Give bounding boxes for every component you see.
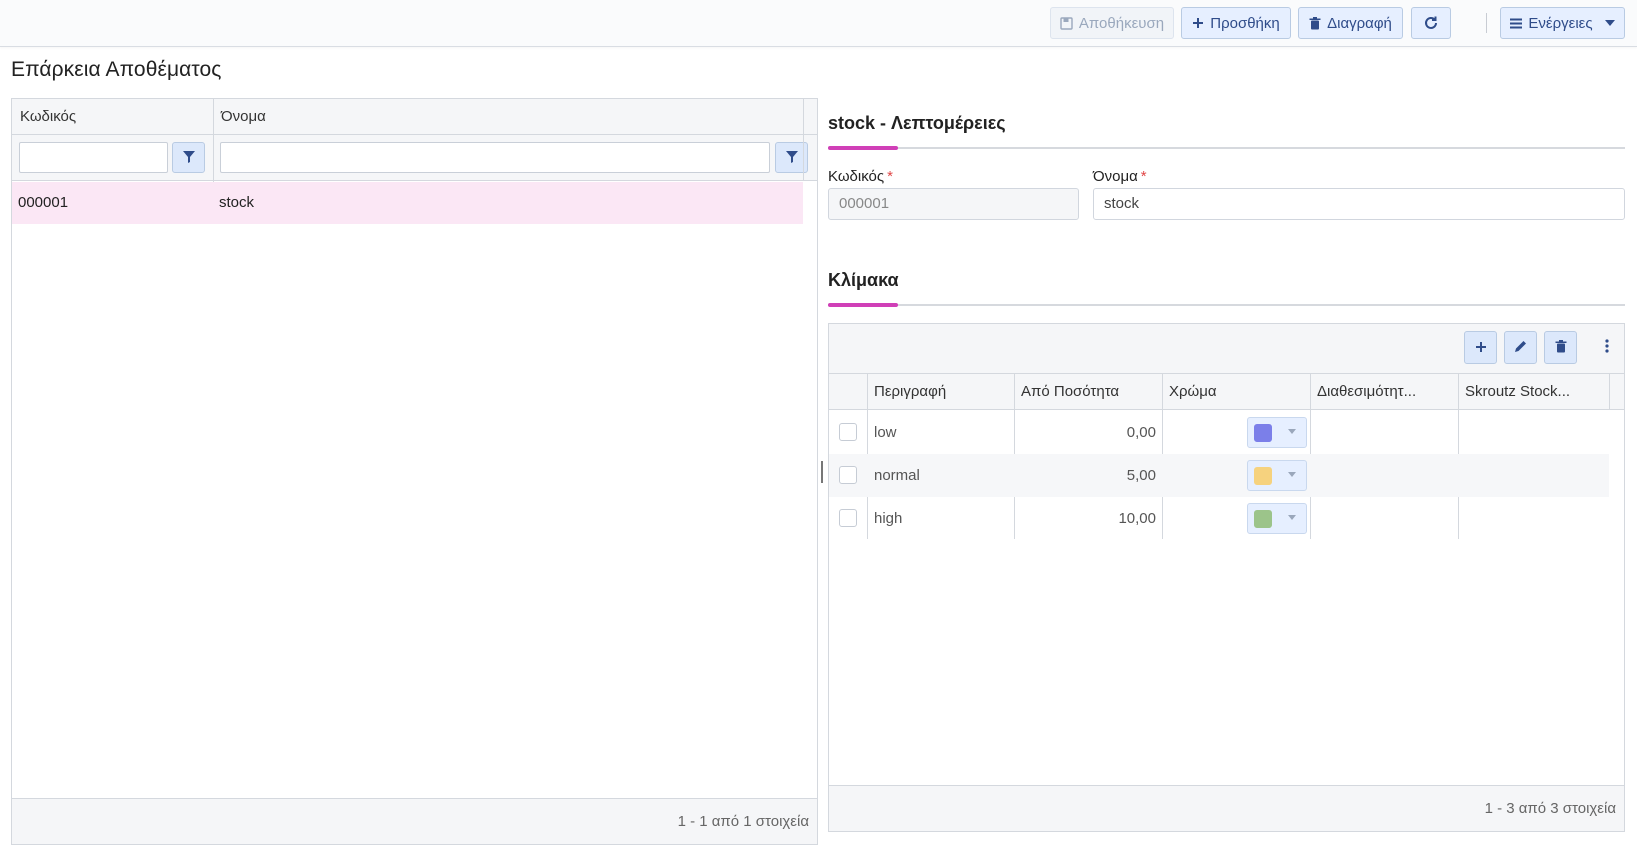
color-picker[interactable] [1247, 417, 1307, 448]
scale-grid-header: Περιγραφή Από Ποσότητα Χρώμα Διαθεσιμότη… [829, 374, 1624, 410]
name-filter-input[interactable] [220, 142, 770, 173]
page-title: Επάρκεια Αποθέματος [11, 58, 222, 81]
grid-pager: 1 - 1 από 1 στοιχεία [12, 798, 817, 844]
delete-row-button[interactable] [1544, 331, 1577, 364]
trash-icon [1555, 339, 1567, 356]
plus-icon [1475, 340, 1487, 356]
color-swatch [1254, 510, 1272, 528]
add-label: Προσθήκη [1210, 14, 1280, 32]
caret-down-icon [1604, 20, 1615, 26]
section-divider [828, 147, 1625, 149]
code-label-text: Κωδικός [828, 168, 885, 185]
name-label-text: Όνομα [1093, 168, 1138, 185]
code-label: Κωδικός * [828, 168, 893, 185]
toolbar-divider [1486, 13, 1487, 33]
column-header-from-quantity[interactable]: Από Ποσότητα [1014, 374, 1162, 410]
code-filter-input[interactable] [19, 142, 168, 173]
column-divider [803, 99, 804, 181]
scale-grid-toolbar [829, 324, 1624, 374]
caret-down-icon [1288, 515, 1296, 520]
section-divider [828, 304, 1625, 306]
cell-description: normal [874, 467, 920, 484]
menu-icon [1510, 18, 1523, 29]
row-checkbox[interactable] [839, 466, 857, 484]
grid-header: Κωδικός Όνομα [12, 99, 817, 135]
column-divider [1609, 374, 1610, 410]
pager-info: 1 - 3 από 3 στοιχεία [1484, 800, 1616, 817]
filter-row [12, 135, 817, 181]
column-header-color[interactable]: Χρώμα [1162, 374, 1310, 410]
top-toolbar: Αποθήκευση Προσθήκη Διαγραφή Ενέργειες [0, 0, 1637, 47]
save-icon [1060, 16, 1073, 30]
edit-row-button[interactable] [1504, 331, 1537, 364]
row-checkbox[interactable] [839, 509, 857, 527]
cell-from-quantity: 0,00 [1126, 424, 1156, 441]
code-field[interactable]: 000001 [828, 188, 1079, 220]
refresh-button[interactable] [1411, 7, 1451, 39]
column-header-description[interactable]: Περιγραφή [867, 374, 1014, 410]
column-header-skroutz-stock[interactable]: Skroutz Stock... [1458, 374, 1608, 410]
pencil-icon [1514, 340, 1527, 356]
scale-grid-pager: 1 - 3 από 3 στοιχεία [829, 785, 1624, 831]
add-row-button[interactable] [1464, 331, 1497, 364]
scale-title: Κλίμακα [828, 270, 899, 290]
cell-from-quantity: 10,00 [1118, 510, 1156, 527]
table-row[interactable]: normal 5,00 [829, 454, 1609, 497]
actions-label: Ενέργειες [1528, 14, 1593, 32]
add-button[interactable]: Προσθήκη [1181, 7, 1291, 39]
actions-dropdown-button[interactable]: Ενέργειες [1500, 7, 1625, 39]
caret-down-icon [1288, 472, 1296, 477]
column-header-name[interactable]: Όνομα [213, 99, 803, 135]
color-picker[interactable] [1247, 460, 1307, 491]
required-mark: * [1140, 168, 1147, 185]
kebab-icon [1605, 339, 1609, 356]
table-row[interactable]: high 10,00 [829, 497, 1609, 540]
splitter-handle[interactable] [821, 461, 824, 483]
filter-icon [785, 150, 798, 166]
cell-from-quantity: 5,00 [1126, 467, 1156, 484]
cell-name: stock [219, 194, 255, 211]
color-swatch [1254, 424, 1272, 442]
name-field[interactable]: stock [1093, 188, 1625, 220]
column-header-code[interactable]: Κωδικός [12, 99, 213, 135]
pager-info: 1 - 1 από 1 στοιχεία [677, 813, 809, 830]
delete-button[interactable]: Διαγραφή [1298, 7, 1403, 39]
save-button[interactable]: Αποθήκευση [1050, 7, 1174, 39]
save-label: Αποθήκευση [1078, 14, 1165, 32]
refresh-icon [1423, 15, 1439, 31]
name-label: Όνομα * [1093, 168, 1147, 185]
required-mark: * [887, 168, 893, 185]
color-swatch [1254, 467, 1272, 485]
cell-description: high [874, 510, 903, 527]
more-options-button[interactable] [1597, 331, 1617, 364]
cell-description: low [874, 424, 897, 441]
list-grid: Κωδικός Όνομα 000001 stock 1 - 1 από 1 σ… [11, 98, 818, 845]
section-accent [828, 146, 898, 150]
table-row[interactable]: low 0,00 [829, 411, 1609, 454]
code-filter-button[interactable] [172, 142, 205, 173]
section-accent [828, 303, 898, 307]
column-header-availability[interactable]: Διαθεσιμότητ... [1310, 374, 1458, 410]
table-row[interactable]: 000001 stock [12, 182, 803, 224]
trash-icon [1309, 16, 1321, 30]
color-picker[interactable] [1247, 503, 1307, 534]
plus-icon [1192, 17, 1204, 29]
delete-label: Διαγραφή [1327, 14, 1392, 32]
scale-grid: Περιγραφή Από Ποσότητα Χρώμα Διαθεσιμότη… [828, 323, 1625, 832]
cell-code: 000001 [18, 194, 69, 211]
caret-down-icon [1288, 429, 1296, 434]
filter-icon [182, 150, 195, 166]
details-title: stock - Λεπτομέρειες [828, 113, 1006, 133]
row-checkbox[interactable] [839, 423, 857, 441]
